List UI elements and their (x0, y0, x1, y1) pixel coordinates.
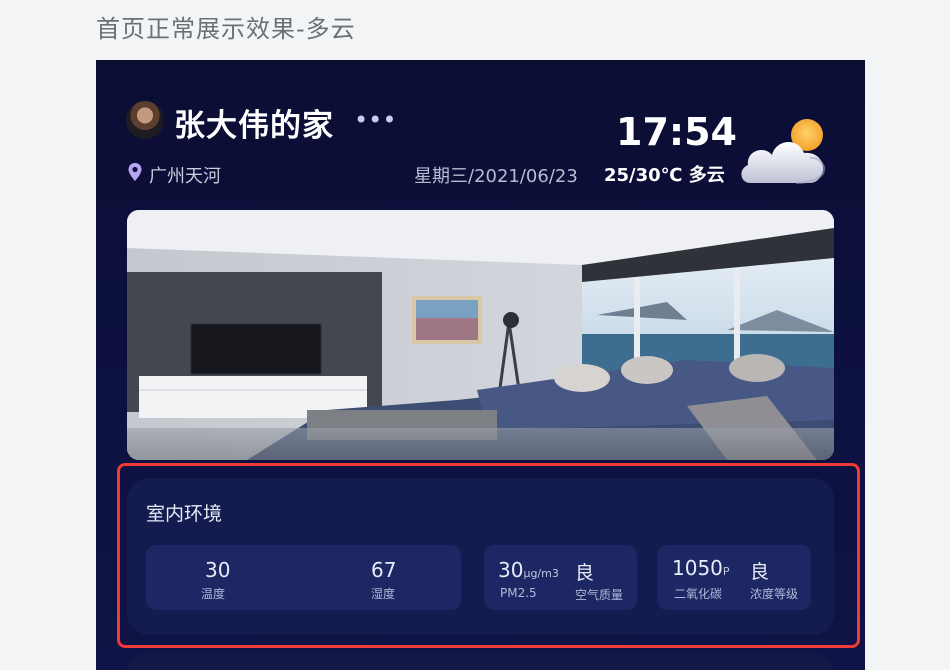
temperature-label: 25/30℃ 多云 (604, 165, 725, 186)
pm25-value: 30 (498, 558, 524, 582)
next-card-peek (127, 653, 834, 670)
air-quality-tile[interactable]: 30μg/m3 PM2.5 良 空气质量 (484, 545, 637, 610)
co2-tile[interactable]: 1050P 二氧化碳 良 浓度等级 (657, 545, 811, 610)
avatar[interactable] (126, 101, 164, 139)
concentration-level-label: 浓度等级 (750, 587, 799, 601)
co2-value: 1050 (672, 556, 723, 580)
pm25-value-group: 30μg/m3 (498, 558, 559, 582)
partly-cloudy-icon (741, 119, 826, 184)
more-dots-icon[interactable]: ••• (354, 107, 396, 133)
location-label[interactable]: 广州天河 (149, 162, 221, 188)
humidity-label: 湿度 (371, 587, 396, 601)
clock: 17:54 (616, 110, 737, 154)
date-label: 星期三/2021/06/23 (414, 166, 578, 187)
map-pin-icon (128, 163, 142, 181)
air-quality-value: 良 (575, 562, 595, 584)
temp-humidity-tile[interactable]: 30 温度 67 湿度 (146, 545, 461, 610)
pm25-label: PM2.5 (500, 586, 537, 600)
concentration-level-value: 良 (750, 561, 770, 583)
co2-value-group: 1050P (672, 556, 730, 580)
home-name[interactable]: 张大伟的家 (174, 100, 334, 145)
pm25-unit: μg/m3 (523, 567, 559, 580)
indoor-environment-card[interactable]: 室内环境 30 温度 67 湿度 30μg/m3 PM2.5 良 空气质量 10… (127, 478, 834, 635)
doc-heading: 首页正常展示效果-多云 (96, 15, 356, 43)
temperature-value: 30 (205, 558, 231, 582)
co2-unit: P (722, 565, 730, 578)
env-title: 室内环境 (146, 503, 223, 525)
living-room-photo (127, 210, 834, 460)
humidity-value: 67 (371, 558, 397, 582)
banner-carousel[interactable] (127, 210, 834, 460)
co2-label: 二氧化碳 (674, 587, 723, 601)
app-screen: 张大伟的家 ••• 广州天河 17:54 星期三/2021/06/23 25/3… (96, 60, 865, 670)
temperature-label: 温度 (201, 587, 226, 601)
air-quality-label: 空气质量 (575, 588, 624, 602)
